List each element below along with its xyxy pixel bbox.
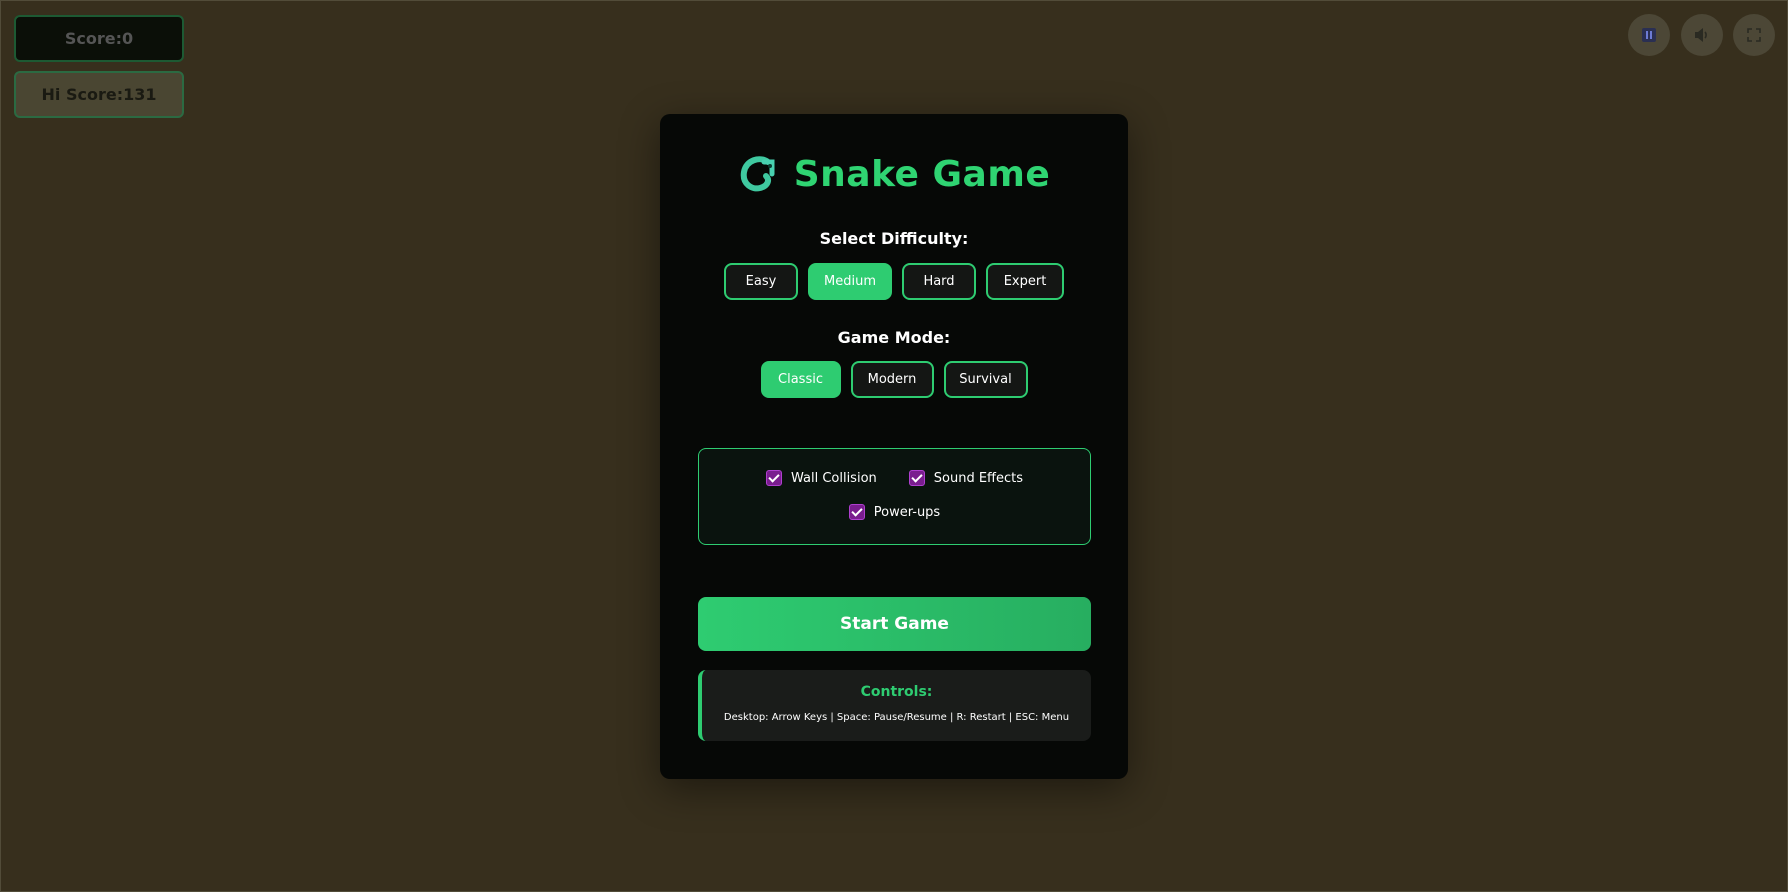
difficulty-medium-button[interactable]: Medium [808,263,892,300]
game-title: Snake Game [793,154,1051,195]
difficulty-hard-button[interactable]: Hard [902,263,976,300]
wall-collision-label: Wall Collision [790,470,877,486]
difficulty-options: Easy Medium Hard Expert [660,263,1128,300]
main-menu-panel: Snake Game Select Difficulty: Easy Mediu… [660,114,1128,779]
difficulty-expert-button[interactable]: Expert [986,263,1064,300]
fullscreen-button[interactable] [1733,14,1775,56]
difficulty-label: Select Difficulty: [819,229,969,248]
title-row: Snake Game [660,154,1128,195]
power-ups-label: Power-ups [873,504,941,520]
start-game-button[interactable]: Start Game [698,597,1091,651]
power-ups-checkbox[interactable] [848,504,865,520]
game-settings-panel: Wall Collision Sound Effects Power-ups [698,448,1091,545]
mode-options: Classic Modern Survival [660,361,1128,398]
controls-text: Desktop: Arrow Keys | Space: Pause/Resum… [723,712,1070,723]
pause-icon [1642,28,1656,42]
fullscreen-icon [1747,28,1761,42]
mode-label: Game Mode: [837,328,951,347]
sound-icon [1695,28,1707,42]
pause-button[interactable] [1628,14,1670,56]
sound-effects-option[interactable]: Sound Effects [908,470,1024,486]
sound-effects-label: Sound Effects [933,470,1024,486]
mode-classic-button[interactable]: Classic [760,361,841,398]
settings-row-1: Wall Collision Sound Effects [699,470,1090,486]
difficulty-easy-button[interactable]: Easy [724,263,798,300]
settings-row-2: Power-ups [699,504,1090,520]
wall-collision-option[interactable]: Wall Collision [765,470,877,486]
mode-modern-button[interactable]: Modern [850,361,934,398]
wall-collision-checkbox[interactable] [765,470,782,486]
controls-title: Controls: [860,684,933,700]
controls-info: Controls: Desktop: Arrow Keys | Space: P… [698,670,1091,741]
hi-score-display: Hi Score:131 [14,71,184,118]
sound-effects-checkbox[interactable] [908,470,925,486]
mode-survival-button[interactable]: Survival [943,361,1028,398]
power-ups-option[interactable]: Power-ups [848,504,941,520]
score-display: Score:0 [14,15,184,62]
snake-icon [740,155,775,191]
sound-button[interactable] [1681,14,1723,56]
